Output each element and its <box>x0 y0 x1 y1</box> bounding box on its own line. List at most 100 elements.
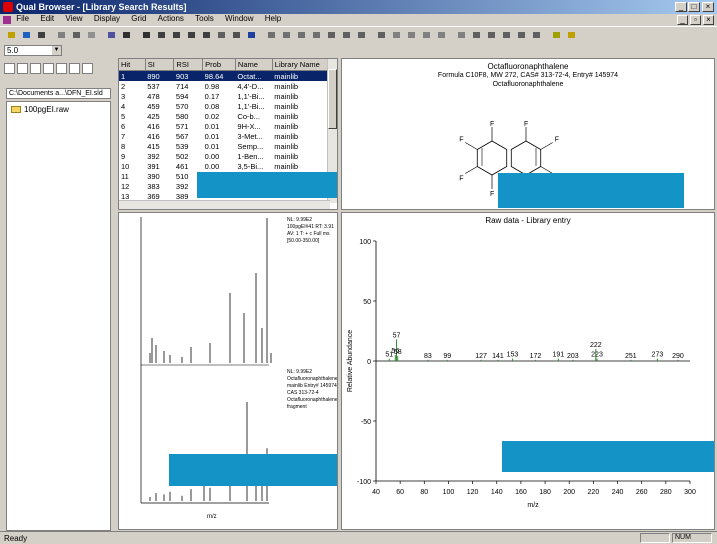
table-row[interactable]: 1 890 903 98.64 Octat... mainlib <box>119 70 337 81</box>
menu-help[interactable]: Help <box>265 14 281 23</box>
library-spectrum-header: fragment <box>287 404 307 410</box>
table-cell: 9 <box>121 151 126 161</box>
annotate-button[interactable] <box>499 28 513 41</box>
library-button[interactable] <box>529 28 543 41</box>
mdi-minimize-button[interactable]: _ <box>677 15 688 25</box>
column-header[interactable]: Name <box>235 59 273 71</box>
table-row[interactable]: 4 459 570 0.08 1,1'-Bi... mainlib <box>119 101 337 111</box>
menu-grid[interactable]: Grid <box>131 14 146 23</box>
table-row[interactable]: 10 391 461 0.00 3,5-Bi... mainlib <box>119 161 337 171</box>
menu-edit[interactable]: Edit <box>40 14 54 23</box>
status-bar: Ready NUM <box>0 531 717 544</box>
close-button[interactable]: × <box>702 2 714 12</box>
zoom-in-button[interactable] <box>154 28 168 41</box>
about-button[interactable] <box>564 28 578 41</box>
back-button[interactable] <box>119 28 133 41</box>
open-button[interactable] <box>4 28 18 41</box>
mdi-close-button[interactable]: × <box>703 15 714 25</box>
table-row[interactable]: 7 416 567 0.01 3-Met... mainlib <box>119 131 337 141</box>
open-file-icon[interactable] <box>4 63 15 74</box>
export-button[interactable] <box>469 28 483 41</box>
paste-button[interactable] <box>84 28 98 41</box>
table-cell: 2 <box>121 81 126 91</box>
column-header[interactable]: RSI <box>173 59 204 71</box>
table-cell: 537 <box>147 81 160 91</box>
table-row[interactable]: 6 416 571 0.01 9H-X... mainlib <box>119 121 337 131</box>
table-cell: 4,4'-D... <box>237 81 264 91</box>
column-header[interactable]: Prob <box>202 59 236 71</box>
table-cell: 4 <box>121 101 126 111</box>
stack-button[interactable] <box>309 28 323 41</box>
table-cell: 0.02 <box>204 111 220 121</box>
down-button[interactable] <box>199 28 213 41</box>
peak-button[interactable] <box>324 28 338 41</box>
hit-list-hscrollbar[interactable] <box>119 200 330 209</box>
peak-label: 83 <box>424 353 432 360</box>
grid-icon[interactable] <box>56 63 67 74</box>
raw-spectrum-header: [50.00-350.00] <box>287 238 320 244</box>
forward-button[interactable] <box>139 28 153 41</box>
up-folder-icon[interactable] <box>17 63 28 74</box>
table-row[interactable]: 3 478 594 0.17 1,1'-Bi... mainlib <box>119 91 337 101</box>
copy-button[interactable] <box>69 28 83 41</box>
x-tick-label: 80 <box>420 489 428 496</box>
mdi-restore-button[interactable]: ▫ <box>690 15 701 25</box>
cursor-button[interactable] <box>244 28 258 41</box>
table-cell: 1,1'-Bi... <box>237 91 265 101</box>
menu-view[interactable]: View <box>65 14 82 23</box>
map-button[interactable] <box>374 28 388 41</box>
normalize-button[interactable] <box>229 28 243 41</box>
table-row[interactable]: 8 415 539 0.01 Semp... mainlib <box>119 141 337 151</box>
chevron-down-icon[interactable]: ▼ <box>52 46 61 55</box>
up-button[interactable] <box>184 28 198 41</box>
column-header[interactable]: Hit <box>119 59 146 71</box>
save-button[interactable] <box>19 28 33 41</box>
path-field[interactable]: C:\Documents a...\DFN_EI.sld <box>6 88 111 99</box>
undo-button[interactable] <box>104 28 118 41</box>
print-preview-icon <box>58 32 65 38</box>
redaction-overlay <box>498 173 684 208</box>
menu-tools[interactable]: Tools <box>195 14 214 23</box>
menu-window[interactable]: Window <box>225 14 253 23</box>
table-row[interactable]: 2 537 714 0.98 4,4'-D... mainlib <box>119 81 337 91</box>
y-axis-label: Relative Abundance <box>347 330 354 392</box>
table-cell: 571 <box>175 121 189 131</box>
zoom-combo[interactable]: 5.0 ▼ <box>4 45 62 56</box>
detail-view-icon[interactable] <box>43 63 54 74</box>
spectrum-button[interactable] <box>339 28 353 41</box>
zoom-out-button[interactable] <box>169 28 183 41</box>
settings-button[interactable] <box>549 28 563 41</box>
menu-file[interactable]: File <box>16 14 29 23</box>
filter-icon[interactable] <box>69 63 80 74</box>
tree-item-raw-file[interactable]: 100pgEI.raw <box>24 105 69 114</box>
layout-2-button[interactable] <box>404 28 418 41</box>
maximize-button[interactable]: □ <box>688 2 700 12</box>
print-preview-button[interactable] <box>54 28 68 41</box>
menu-actions[interactable]: Actions <box>158 14 184 23</box>
column-header[interactable]: SI <box>145 59 175 71</box>
table-cell: 539 <box>175 141 189 151</box>
scale-button[interactable] <box>214 28 228 41</box>
table-row[interactable]: 9 392 502 0.00 1-Ben... mainlib <box>119 151 337 161</box>
table-cell: 502 <box>175 151 189 161</box>
layout-5-button[interactable] <box>454 28 468 41</box>
folder-icon <box>11 106 21 113</box>
minimize-button[interactable]: _ <box>675 2 687 12</box>
print-button[interactable] <box>34 28 48 41</box>
cascade-button[interactable] <box>279 28 293 41</box>
menu-bar: File Edit View Display Grid Actions Tool… <box>0 14 717 26</box>
table-row[interactable]: 5 425 580 0.02 Co-b... mainlib <box>119 111 337 121</box>
table-cell: 392 <box>147 151 160 161</box>
overlay-button[interactable] <box>294 28 308 41</box>
tile-button[interactable] <box>264 28 278 41</box>
list-view-icon[interactable] <box>30 63 41 74</box>
layout-1-button[interactable] <box>389 28 403 41</box>
layout-4-button[interactable] <box>434 28 448 41</box>
table-cell: 3,5-Bi... <box>237 161 264 171</box>
label-button[interactable] <box>484 28 498 41</box>
menu-display[interactable]: Display <box>94 14 120 23</box>
sld-icon[interactable] <box>82 63 93 74</box>
layout-3-button[interactable] <box>419 28 433 41</box>
chromatogram-button[interactable] <box>354 28 368 41</box>
search-button[interactable] <box>514 28 528 41</box>
